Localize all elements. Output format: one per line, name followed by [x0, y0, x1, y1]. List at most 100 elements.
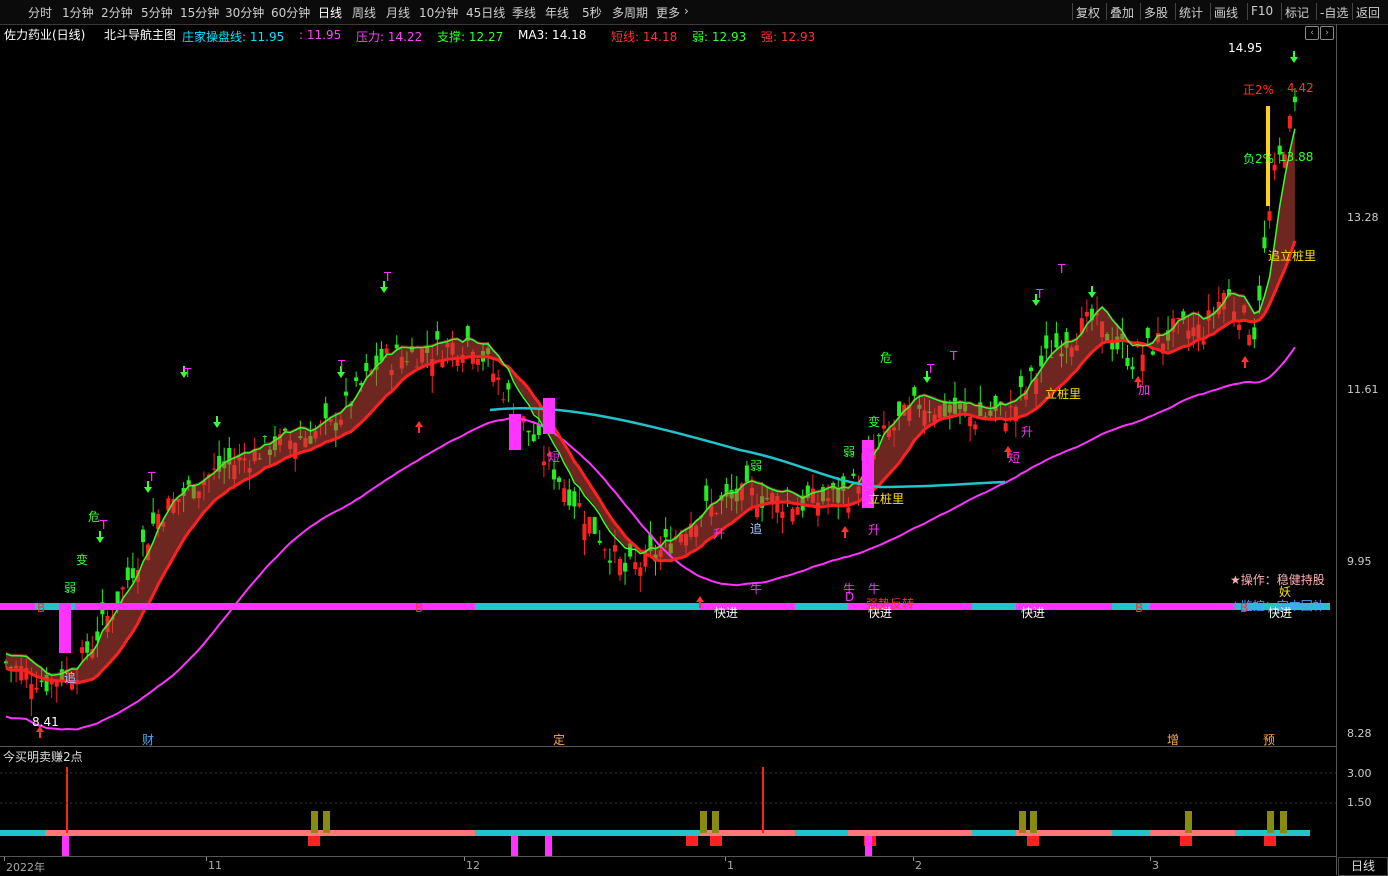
annotation-B: B: [1135, 601, 1144, 615]
annotation-neg_val: 13.88: [1279, 150, 1314, 164]
candle-body: [541, 461, 546, 466]
tool-1[interactable]: 叠加: [1110, 4, 1134, 21]
period-14[interactable]: 5秒: [582, 4, 602, 21]
candle-body: [125, 567, 130, 581]
period-2[interactable]: 2分钟: [101, 4, 133, 21]
candle-body: [780, 511, 785, 518]
annotation-T: T: [1036, 287, 1044, 301]
candle-body: [491, 373, 496, 382]
candle-body: [1237, 324, 1242, 330]
sub-olive-bar: [1267, 811, 1274, 833]
annotation-T: T: [1058, 262, 1066, 276]
sub-band-segment: [1150, 830, 1235, 836]
annotation-ruo: 弱: [64, 581, 77, 595]
candle-body: [29, 683, 34, 700]
sub-olive-bar: [311, 811, 318, 833]
price-axis: 13.28 11.61 9.95 8.28 3.00 1.50: [1336, 24, 1388, 875]
candle-body: [846, 507, 851, 513]
tool-2[interactable]: 多股: [1144, 4, 1168, 21]
period-10[interactable]: 10分钟: [419, 4, 458, 21]
tool-5[interactable]: F10: [1251, 4, 1273, 18]
buy-arrow-icon: [841, 526, 849, 538]
toolbar-divider: [1175, 3, 1176, 20]
annotation-qiang_shi: 强势反转: [866, 597, 915, 611]
period-corner-button[interactable]: 日线: [1338, 857, 1388, 876]
more-chevron-icon[interactable]: ›: [684, 4, 689, 18]
weak-line-green: [5, 128, 1296, 676]
sub-red-block: [710, 836, 722, 846]
candle-body: [552, 469, 557, 480]
annotation-yao: 妖: [1279, 585, 1292, 599]
period-12[interactable]: 季线: [512, 4, 536, 21]
period-0[interactable]: 分时: [28, 4, 52, 21]
candle-body: [1084, 311, 1089, 317]
status-band-segment: [1150, 603, 1235, 610]
highlight-bar: [59, 603, 71, 653]
candle-body: [968, 416, 973, 427]
tool-7[interactable]: -自选: [1320, 4, 1348, 21]
toolbar-divider: [1247, 3, 1248, 20]
candle-body: [617, 558, 623, 576]
period-7[interactable]: 日线: [318, 4, 342, 21]
date-tick-2: 12: [466, 859, 480, 872]
period-4[interactable]: 15分钟: [180, 4, 219, 21]
candle-body: [1267, 211, 1272, 221]
tool-6[interactable]: 标记: [1285, 4, 1309, 21]
toolbar-divider: [1140, 3, 1141, 20]
annotation-T: T: [338, 358, 346, 372]
buy-arrow-icon: [415, 421, 423, 433]
candle-body: [435, 331, 440, 340]
status-band-segment: [1112, 603, 1150, 610]
tool-8[interactable]: 返回: [1356, 4, 1380, 21]
period-6[interactable]: 60分钟: [271, 4, 310, 21]
period-9[interactable]: 月线: [386, 4, 410, 21]
period-15[interactable]: 多周期: [612, 4, 648, 21]
tool-3[interactable]: 统计: [1179, 4, 1203, 21]
tool-4[interactable]: 画线: [1214, 4, 1238, 21]
annotation-T: T: [927, 362, 935, 376]
candle-body: [1054, 333, 1059, 348]
candle-body: [602, 549, 607, 551]
period-11[interactable]: 45日线: [466, 4, 505, 21]
period-3[interactable]: 5分钟: [141, 4, 173, 21]
sub-band-segment: [0, 830, 45, 836]
template-name[interactable]: 北斗导航主图: [104, 26, 176, 43]
sub-magenta-bar: [865, 836, 872, 856]
annotation-sheng: 升: [1021, 425, 1034, 439]
tool-0[interactable]: 复权: [1076, 4, 1100, 21]
sub-red-block: [1264, 836, 1276, 846]
candle-body: [80, 647, 85, 654]
next-icon[interactable]: ›: [1320, 26, 1334, 40]
candle-body: [501, 399, 506, 401]
annotation-zhui_li: 追立桩里: [1268, 249, 1317, 263]
period-5[interactable]: 30分钟: [225, 4, 264, 21]
candle-body: [1287, 115, 1292, 129]
toolbar-divider: [1281, 3, 1282, 20]
toolbar-divider: [1316, 3, 1317, 20]
trend-ribbon: [6, 126, 1295, 684]
period-16[interactable]: 更多: [656, 4, 680, 21]
stock-name[interactable]: 佐力药业(日线): [4, 26, 85, 43]
annotation-T: T: [384, 270, 392, 284]
period-1[interactable]: 1分钟: [62, 4, 94, 21]
sub-band-segment: [795, 830, 848, 836]
candle-body: [343, 391, 349, 396]
candle-body: [1247, 334, 1252, 346]
main-chart[interactable]: [0, 42, 1336, 745]
indicator-item-4: MA3: 14.18: [518, 28, 587, 42]
prev-icon[interactable]: ‹: [1305, 26, 1319, 40]
candle-body: [262, 435, 267, 437]
period-13[interactable]: 年线: [545, 4, 569, 21]
period-8[interactable]: 周线: [352, 4, 376, 21]
candle-body: [34, 687, 39, 690]
candle-body: [506, 383, 511, 390]
annotation-operation: ★操作：稳健持股: [1230, 573, 1325, 587]
candle-body: [1029, 367, 1034, 372]
sub-red-block: [308, 836, 320, 846]
status-band-segment: [0, 603, 35, 610]
annotation-li_zhuang_1: 立桩里: [1045, 387, 1082, 401]
annotation-ding: 定: [553, 733, 566, 747]
candle-body: [597, 540, 602, 543]
sub-chart[interactable]: [0, 746, 1336, 857]
annotation-duan: 短: [548, 450, 561, 464]
